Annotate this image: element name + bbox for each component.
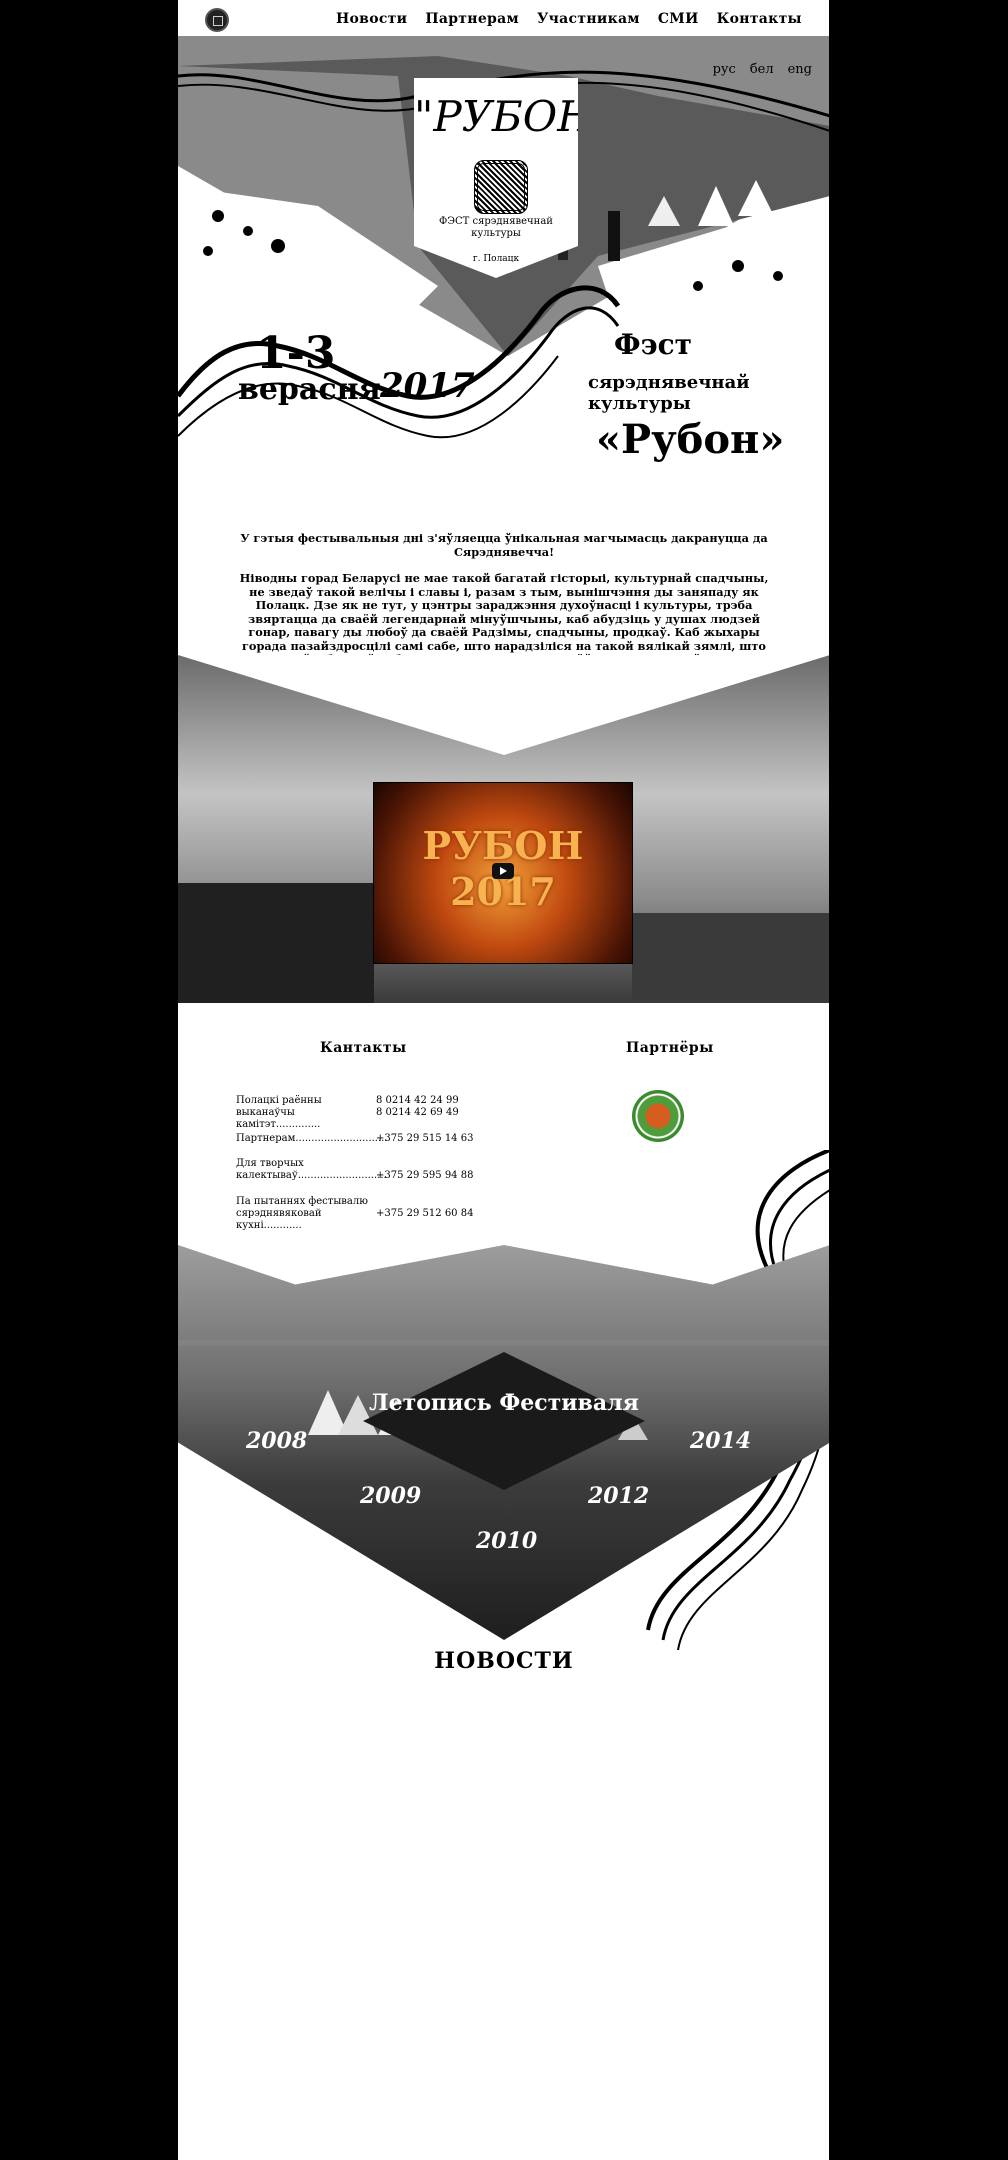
section-divider <box>178 655 830 755</box>
contact-value: 8 0214 42 24 99 8 0214 42 69 49 <box>376 1095 459 1118</box>
nav-link-partners[interactable]: Партнерам <box>425 11 519 27</box>
nav-links: Новости Партнерам Участникам СМИ Контакт… <box>336 11 802 27</box>
hero-name: «Рубон» <box>596 416 785 463</box>
contacts-heading: Кантакты <box>320 1040 407 1056</box>
lang-by[interactable]: бел <box>750 62 774 77</box>
site-logo-icon[interactable] <box>205 8 229 32</box>
nav-link-participants[interactable]: Участникам <box>537 11 640 27</box>
page-border-right <box>829 0 830 2160</box>
nav-link-news[interactable]: Новости <box>336 11 407 27</box>
contact-row: Полацкі раённы выканаўчы камітэт........… <box>236 1095 496 1131</box>
banner-title: "РУБОН" <box>414 92 614 141</box>
crowd-right <box>632 913 830 1003</box>
year-link-2014[interactable]: 2014 <box>690 1428 751 1454</box>
hero-year: 2017 <box>380 366 475 406</box>
contact-value: +375 29 515 14 63 <box>376 1133 474 1144</box>
contact-label: Полацкі раённы выканаўчы камітэт........… <box>236 1095 322 1130</box>
partner-logo-icon[interactable] <box>632 1090 684 1142</box>
news-heading: НОВОСТИ <box>434 1648 574 1674</box>
contact-row: Партнерам.............................+3… <box>236 1133 496 1145</box>
language-switcher: рус бел eng <box>713 62 812 77</box>
top-nav: Новости Партнерам Участникам СМИ Контакт… <box>178 8 830 34</box>
play-icon[interactable] <box>492 863 514 879</box>
year-link-2012[interactable]: 2012 <box>588 1483 649 1509</box>
lang-ru[interactable]: рус <box>713 62 736 77</box>
nav-link-media[interactable]: СМИ <box>658 11 699 27</box>
video-section: РУБОН 2017 <box>178 655 830 1003</box>
year-link-2009[interactable]: 2009 <box>360 1483 421 1509</box>
video-player[interactable]: РУБОН 2017 <box>374 783 632 963</box>
intro-line-2: Ніводны горад Беларусі не мае такой бага… <box>239 571 769 665</box>
crowd-left <box>178 883 374 1003</box>
hero-section: рус бел eng "РУБОН" ФЭСТ сярэднявечнай к… <box>178 36 830 496</box>
nav-link-contacts[interactable]: Контакты <box>717 11 802 27</box>
seal-icon <box>474 160 528 214</box>
year-link-2010[interactable]: 2010 <box>476 1528 537 1554</box>
hero-culture: сярэднявечнай культуры <box>588 372 750 414</box>
partners-heading: Партнёры <box>626 1040 714 1056</box>
page-canvas: Новости Партнерам Участникам СМИ Контакт… <box>178 0 830 2160</box>
contact-label: Партнерам............................. <box>236 1133 388 1144</box>
banner-subtitle: ФЭСТ сярэднявечнай культуры <box>439 216 553 239</box>
hero-fest: Фэст <box>614 328 693 361</box>
hero-month: верасня <box>238 372 381 407</box>
chronicle-title: Летопись Фестиваля <box>369 1390 639 1416</box>
intro-line-1: У гэтыя фестывальныя дні з'яўляецца ўнік… <box>240 531 768 559</box>
festival-banner: "РУБОН" ФЭСТ сярэднявечнай культуры г. П… <box>414 78 578 278</box>
year-link-2008[interactable]: 2008 <box>246 1428 307 1454</box>
lang-en[interactable]: eng <box>788 62 812 77</box>
